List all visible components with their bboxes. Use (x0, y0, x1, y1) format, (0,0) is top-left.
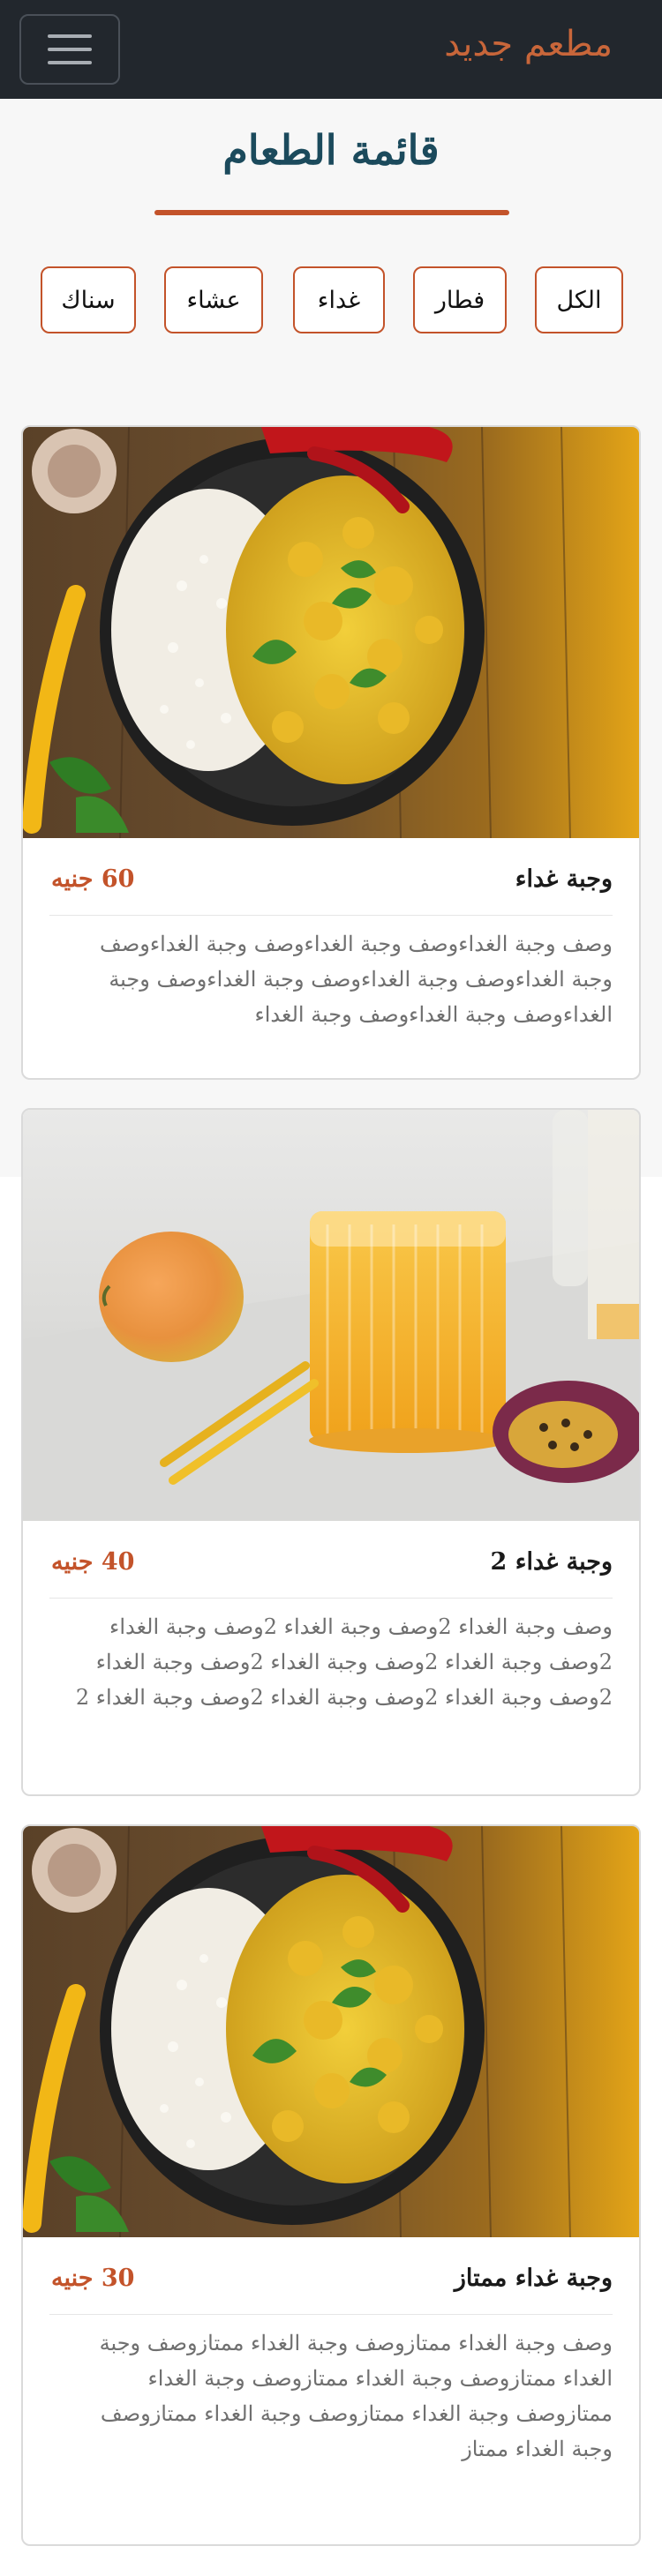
title-underline (154, 210, 509, 215)
item-price: 30 جنيه (51, 2265, 135, 2292)
item-description: وصف وجبة الغداءوصف وجبة الغداءوصف وجبة ا… (100, 932, 613, 1027)
filter-lunch-button[interactable]: غداء (293, 266, 385, 333)
menu-item-card[interactable]: وجبة غداء ممتاز 30 جنيه وصف وجبة الغداء … (21, 1824, 641, 2546)
curry-rice-bowl-photo (23, 1826, 639, 2237)
page-title: قائمة الطعام (222, 126, 440, 174)
curry-rice-bowl-photo (23, 427, 639, 838)
filter-snack-button[interactable]: سناك (41, 266, 136, 333)
menu-toggle-button[interactable] (19, 14, 120, 85)
hamburger-icon-line (48, 34, 92, 38)
menu-item-card[interactable]: وجبة غداء 60 جنيه وصف وجبة الغداءوصف وجب… (21, 425, 641, 1080)
filter-breakfast-button[interactable]: فطار (413, 266, 507, 333)
filter-dinner-button[interactable]: عشاء (164, 266, 263, 333)
item-description: وصف وجبة الغداء 2وصف وجبة الغداء 2وصف وج… (75, 1614, 613, 1710)
hamburger-icon-line (48, 61, 92, 64)
brand-logo-link[interactable]: مطعم جديد (444, 26, 613, 62)
item-name: وجبة غداء 2 (490, 1548, 613, 1576)
item-description: وصف وجبة الغداء ممتازوصف وجبة الغداء ممت… (99, 2331, 613, 2461)
divider (49, 2314, 613, 2315)
filter-all-button[interactable]: الكل (535, 266, 623, 333)
divider (49, 1598, 613, 1599)
item-price: 40 جنيه (51, 1548, 135, 1576)
item-name: وجبة غداء (515, 865, 613, 893)
item-name: وجبة غداء ممتاز (454, 2265, 613, 2292)
divider (49, 915, 613, 916)
hamburger-icon-line (48, 48, 92, 51)
navbar: مطعم جديد (0, 0, 662, 99)
menu-item-card[interactable]: وجبة غداء 2 40 جنيه وصف وجبة الغداء 2وصف… (21, 1108, 641, 1796)
item-price: 60 جنيه (51, 865, 135, 893)
mango-juice-glass-photo (23, 1110, 639, 1521)
